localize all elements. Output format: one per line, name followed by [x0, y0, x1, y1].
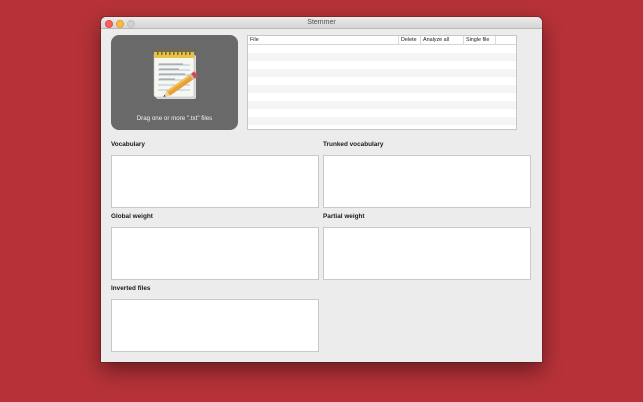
table-row [248, 53, 516, 61]
notepad-pencil-icon [153, 48, 198, 99]
table-row [248, 109, 516, 117]
column-header-single-file[interactable]: Single file [464, 36, 496, 44]
trunked-vocabulary-text-area[interactable] [323, 155, 531, 208]
trunked-vocabulary-label: Trunked vocabulary [323, 141, 384, 148]
stemmer-window: Stemmer Drag one or more ".txt" files Fi… [101, 17, 542, 362]
table-row [248, 61, 516, 69]
column-header-analyze-all[interactable]: Analyze all [421, 36, 464, 44]
column-header-delete[interactable]: Delete [399, 36, 421, 44]
global-weight-text-area[interactable] [111, 227, 319, 280]
file-drop-zone[interactable]: Drag one or more ".txt" files [111, 35, 238, 130]
global-weight-label: Global weight [111, 213, 153, 220]
table-row [248, 117, 516, 125]
table-row [248, 77, 516, 85]
column-header-file[interactable]: File [248, 36, 399, 44]
table-row [248, 85, 516, 93]
partial-weight-text-area[interactable] [323, 227, 531, 280]
inverted-files-label: Inverted files [111, 285, 151, 292]
vocabulary-label: Vocabulary [111, 141, 145, 148]
table-row [248, 93, 516, 101]
drop-zone-label: Drag one or more ".txt" files [136, 115, 213, 122]
table-row [248, 45, 516, 53]
inverted-files-text-area[interactable] [111, 299, 319, 352]
title-bar[interactable]: Stemmer [101, 17, 542, 29]
file-table[interactable]: File Delete Analyze all Single file [247, 35, 517, 130]
vocabulary-text-area[interactable] [111, 155, 319, 208]
window-title: Stemmer [307, 19, 336, 26]
partial-weight-label: Partial weight [323, 213, 365, 220]
table-row [248, 101, 516, 109]
table-row [248, 69, 516, 77]
